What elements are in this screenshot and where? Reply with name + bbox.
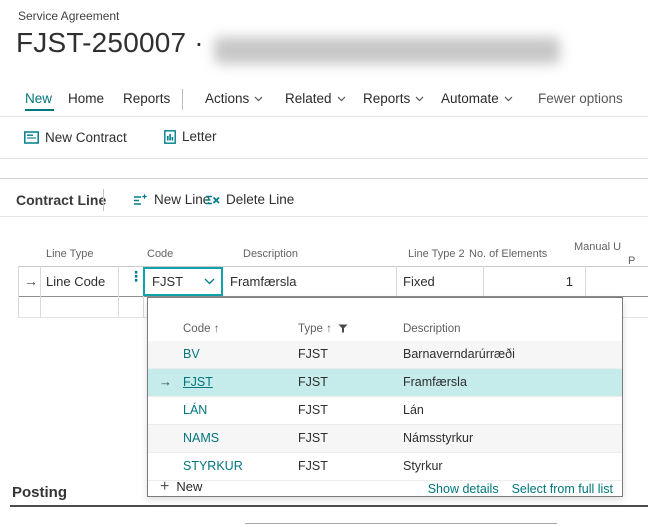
page-caption: Service Agreement — [18, 9, 119, 23]
lookup-type: FJST — [298, 403, 328, 417]
lookup-new-button[interactable]: + New — [160, 479, 202, 494]
lookup-description: Framfærsla — [403, 375, 467, 389]
lookup-type: FJST — [298, 375, 328, 389]
lookup-row-lan[interactable]: LÁN FJST Lán — [148, 397, 622, 425]
section-divider — [0, 178, 648, 179]
tab-reports[interactable]: Reports — [123, 91, 170, 106]
lookup-code-link[interactable]: STYRKUR — [183, 459, 243, 473]
letter-label: Letter — [182, 129, 217, 144]
row-ellipsis-icon[interactable]: ⋮ — [129, 274, 143, 279]
sort-asc-icon: ↑ — [326, 323, 332, 335]
column-header-line-type[interactable]: Line Type — [46, 248, 94, 260]
service-agreement-page: Service Agreement FJST-250007 · New Home… — [0, 0, 648, 527]
posting-field-border — [245, 523, 557, 524]
chevron-down-icon — [415, 96, 424, 102]
delete-line-button[interactable]: Delete Line — [205, 192, 294, 207]
column-header-no-of-elements[interactable]: No. of Elements — [469, 248, 547, 260]
redacted-title-blur — [214, 37, 560, 64]
new-line-icon — [133, 193, 148, 207]
lookup-description: Styrkur — [403, 459, 443, 473]
code-lookup-dropdown: Code ↑ Type ↑ Description BV FJST Barnav… — [147, 297, 623, 497]
column-header-manual-line1[interactable]: Manual U — [574, 241, 621, 253]
tab-new[interactable]: New — [25, 91, 52, 106]
filter-funnel-icon — [338, 324, 348, 333]
menu-reports-2[interactable]: Reports — [363, 91, 424, 106]
new-line-label: New Line — [154, 192, 210, 207]
divider — [0, 216, 648, 217]
delete-line-label: Delete Line — [226, 192, 294, 207]
new-contract-button[interactable]: New Contract — [24, 130, 127, 145]
cell-no-of-elements[interactable]: 1 — [520, 274, 573, 289]
page-title: FJST-250007 · — [16, 27, 204, 59]
lookup-row-styrkur[interactable]: STYRKUR FJST Styrkur — [148, 453, 622, 481]
lookup-code-link[interactable]: NAMS — [183, 431, 219, 445]
active-tab-underline — [25, 109, 54, 111]
menu-fewer-options[interactable]: Fewer options — [538, 91, 623, 106]
grid-border — [396, 266, 397, 296]
chevron-down-icon — [337, 96, 346, 102]
lookup-code-link[interactable]: BV — [183, 347, 200, 361]
letter-button[interactable]: Letter — [164, 129, 217, 144]
cell-line-type-2[interactable]: Fixed — [403, 274, 435, 289]
cell-description[interactable]: Framfærsla — [230, 274, 296, 289]
group-divider — [103, 189, 104, 211]
grid-border — [483, 266, 484, 296]
menu-divider — [182, 89, 183, 110]
lookup-type: FJST — [298, 347, 328, 361]
posting-section-rule — [10, 505, 648, 507]
lookup-description: Námsstyrkur — [403, 431, 473, 445]
selected-row-arrow-icon: → — [159, 374, 172, 389]
grid-border — [143, 296, 144, 317]
lookup-type: FJST — [298, 459, 328, 473]
divider — [0, 116, 648, 117]
lookup-row-fjst-selected[interactable]: → FJST FJST Framfærsla — [148, 369, 622, 397]
contract-line-title: Contract Line — [16, 192, 106, 208]
delete-line-icon — [205, 193, 220, 207]
column-header-description[interactable]: Description — [243, 248, 298, 260]
column-header-code[interactable]: Code — [147, 248, 173, 260]
active-row-arrow-icon: → — [24, 273, 38, 289]
grid-border — [118, 266, 119, 317]
show-details-link[interactable]: Show details — [428, 482, 499, 496]
combobox-chevron-down-icon[interactable] — [204, 278, 215, 285]
lookup-header-type[interactable]: Type ↑ — [298, 323, 348, 335]
lookup-code-link[interactable]: LÁN — [183, 403, 207, 417]
cell-line-type[interactable]: Line Code — [46, 274, 105, 289]
tab-home[interactable]: Home — [68, 91, 104, 106]
lookup-row-nams[interactable]: NAMS FJST Námsstyrkur — [148, 425, 622, 453]
grid-border — [18, 266, 19, 317]
grid-border — [40, 266, 41, 317]
new-contract-label: New Contract — [45, 130, 127, 145]
lookup-header-code[interactable]: Code ↑ — [183, 323, 219, 335]
code-combobox-value: FJST — [145, 274, 204, 289]
select-from-full-list-link[interactable]: Select from full list — [512, 482, 613, 496]
grid-border — [18, 266, 648, 267]
lookup-type: FJST — [298, 431, 328, 445]
chevron-down-icon — [504, 96, 513, 102]
lookup-code-link[interactable]: FJST — [183, 375, 213, 389]
lookup-row-bv[interactable]: BV FJST Barnaverndarúrræði — [148, 341, 622, 369]
chevron-down-icon — [254, 96, 263, 102]
menu-actions[interactable]: Actions — [205, 91, 263, 106]
grid-border — [585, 266, 586, 296]
letter-report-icon — [164, 130, 176, 144]
new-line-button[interactable]: New Line — [133, 192, 210, 207]
lookup-description: Barnaverndarúrræði — [403, 347, 515, 361]
contract-card-icon — [24, 131, 39, 144]
lookup-new-label: New — [176, 479, 202, 494]
menu-automate[interactable]: Automate — [441, 91, 513, 106]
lookup-header-description[interactable]: Description — [403, 323, 461, 335]
lookup-description: Lán — [403, 403, 424, 417]
column-header-line-type-2[interactable]: Line Type 2 — [408, 248, 465, 260]
code-combobox[interactable]: FJST — [143, 267, 223, 296]
sort-asc-icon: ↑ — [214, 323, 220, 335]
posting-section-title[interactable]: Posting — [12, 484, 67, 501]
divider — [0, 158, 648, 159]
menu-related[interactable]: Related — [285, 91, 346, 106]
plus-icon: + — [160, 480, 169, 494]
